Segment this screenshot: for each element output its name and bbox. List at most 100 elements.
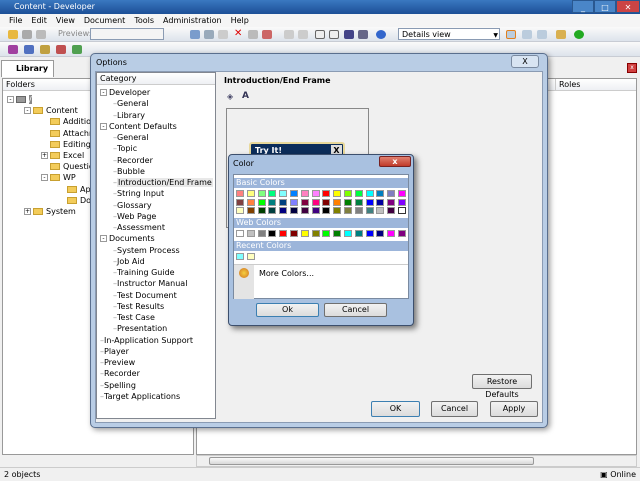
color-swatch[interactable] xyxy=(279,198,288,206)
web-color-swatch[interactable] xyxy=(387,230,396,237)
restore-defaults-button[interactable]: Restore Defaults xyxy=(472,374,532,399)
menu-edit[interactable]: Edit xyxy=(31,16,47,25)
category-item[interactable]: –Test Document xyxy=(113,291,177,301)
web-color-swatch[interactable] xyxy=(300,230,309,237)
color-swatch[interactable] xyxy=(354,207,363,214)
expand-icon[interactable]: + xyxy=(24,208,31,215)
web-color-swatch[interactable] xyxy=(376,230,385,237)
category-item[interactable]: –String Input xyxy=(113,189,164,199)
web-color-swatch[interactable] xyxy=(257,230,266,237)
category-item[interactable]: - Documents xyxy=(100,234,155,244)
undo-icon[interactable] xyxy=(284,30,294,39)
collapse-icon[interactable] xyxy=(329,30,339,39)
new-document-icon[interactable] xyxy=(56,45,66,54)
close-pane-icon[interactable]: x xyxy=(627,63,637,73)
font-icon[interactable]: A xyxy=(242,91,249,101)
find-icon[interactable] xyxy=(262,30,272,39)
web-color-swatch[interactable] xyxy=(268,230,277,237)
color-swatch[interactable] xyxy=(387,190,396,197)
properties-icon[interactable] xyxy=(248,30,258,39)
recent-color-swatch[interactable] xyxy=(236,253,244,260)
category-item[interactable]: –Training Guide xyxy=(113,268,175,278)
new-section-icon[interactable] xyxy=(24,45,34,54)
folder-tree-item[interactable]: - / xyxy=(7,95,32,105)
category-item[interactable]: –Introduction/End Frame xyxy=(113,178,213,188)
color-ok-button[interactable]: Ok xyxy=(256,303,319,317)
menu-file[interactable]: File xyxy=(9,16,22,25)
category-item[interactable]: –Recorder xyxy=(113,156,153,166)
horizontal-scrollbar[interactable] xyxy=(196,455,637,467)
color-swatch[interactable] xyxy=(398,190,406,197)
color-swatch[interactable] xyxy=(322,198,331,206)
color-swatch[interactable] xyxy=(322,190,331,197)
fill-color-icon[interactable]: ◈ xyxy=(227,92,233,101)
folder-tree-item[interactable]: - WP xyxy=(41,173,76,183)
collapse-icon[interactable]: - xyxy=(24,107,31,115)
color-close-button[interactable]: x xyxy=(379,156,411,167)
color-cancel-button[interactable]: Cancel xyxy=(324,303,387,317)
category-item[interactable]: –Glossary xyxy=(113,201,152,211)
color-swatch[interactable] xyxy=(268,190,277,197)
details-view-icon[interactable] xyxy=(506,30,516,39)
color-swatch[interactable] xyxy=(344,207,352,214)
cancel-button[interactable]: Cancel xyxy=(431,401,478,417)
web-color-swatch[interactable] xyxy=(246,230,255,237)
color-swatch[interactable] xyxy=(279,190,288,197)
category-item[interactable]: –Player xyxy=(100,347,129,357)
list-view-icon[interactable] xyxy=(522,30,532,39)
web-color-swatch[interactable] xyxy=(333,230,342,237)
color-swatch[interactable] xyxy=(268,198,277,206)
menu-administration[interactable]: Administration xyxy=(163,16,222,25)
menu-view[interactable]: View xyxy=(56,16,75,25)
cut-icon[interactable] xyxy=(190,30,200,39)
binoculars-icon[interactable] xyxy=(344,30,354,39)
color-swatch[interactable] xyxy=(365,190,374,197)
web-color-swatch[interactable] xyxy=(398,230,406,237)
new-topic-icon[interactable] xyxy=(40,45,50,54)
color-swatch[interactable] xyxy=(398,207,406,214)
category-item[interactable]: –Test Results xyxy=(113,302,164,312)
web-color-swatch[interactable] xyxy=(365,230,374,237)
color-swatch[interactable] xyxy=(246,190,255,197)
category-item[interactable]: –In-Application Support xyxy=(100,336,193,346)
color-swatch[interactable] xyxy=(387,198,396,206)
web-color-swatch[interactable] xyxy=(344,230,352,237)
color-swatch[interactable] xyxy=(333,207,342,214)
color-swatch[interactable] xyxy=(290,190,298,197)
apply-button[interactable]: Apply xyxy=(490,401,538,417)
color-swatch[interactable] xyxy=(333,190,342,197)
split-view-icon[interactable] xyxy=(537,30,547,39)
close-button[interactable]: ✕ xyxy=(616,0,640,13)
color-swatch[interactable] xyxy=(311,190,320,197)
color-swatch[interactable] xyxy=(300,207,309,214)
color-swatch[interactable] xyxy=(246,198,255,206)
category-item[interactable]: –Bubble xyxy=(113,167,145,177)
category-item[interactable]: –Instructor Manual xyxy=(113,279,187,289)
expand-icon[interactable] xyxy=(315,30,325,39)
category-item[interactable]: –Web Page xyxy=(113,212,156,222)
copy-icon[interactable] xyxy=(204,30,214,39)
paste-icon[interactable] xyxy=(218,30,228,39)
category-item[interactable]: –Presentation xyxy=(113,324,167,334)
color-swatch[interactable] xyxy=(236,190,244,197)
folder-tree-item[interactable]: - Content xyxy=(24,106,78,116)
expand-icon[interactable]: + xyxy=(41,152,48,159)
category-item[interactable]: –System Process xyxy=(113,246,180,256)
color-swatch[interactable] xyxy=(300,190,309,197)
category-item[interactable]: –Preview xyxy=(100,358,135,368)
print-icon[interactable] xyxy=(36,30,46,39)
help-icon[interactable] xyxy=(376,30,386,39)
category-item[interactable]: - Content Defaults xyxy=(100,122,177,132)
recent-color-swatch[interactable] xyxy=(246,253,255,260)
color-swatch[interactable] xyxy=(279,207,288,214)
web-color-swatch[interactable] xyxy=(354,230,363,237)
save-icon[interactable] xyxy=(22,30,32,39)
color-swatch[interactable] xyxy=(268,207,277,214)
color-swatch[interactable] xyxy=(354,198,363,206)
collapse-icon[interactable]: - xyxy=(100,122,107,130)
more-colors-item[interactable]: More Colors... xyxy=(234,264,408,299)
column-header-roles[interactable]: Roles xyxy=(555,79,615,91)
category-item[interactable]: –Job Aid xyxy=(113,257,145,267)
color-swatch[interactable] xyxy=(290,207,298,214)
category-item[interactable]: –General xyxy=(113,133,149,143)
